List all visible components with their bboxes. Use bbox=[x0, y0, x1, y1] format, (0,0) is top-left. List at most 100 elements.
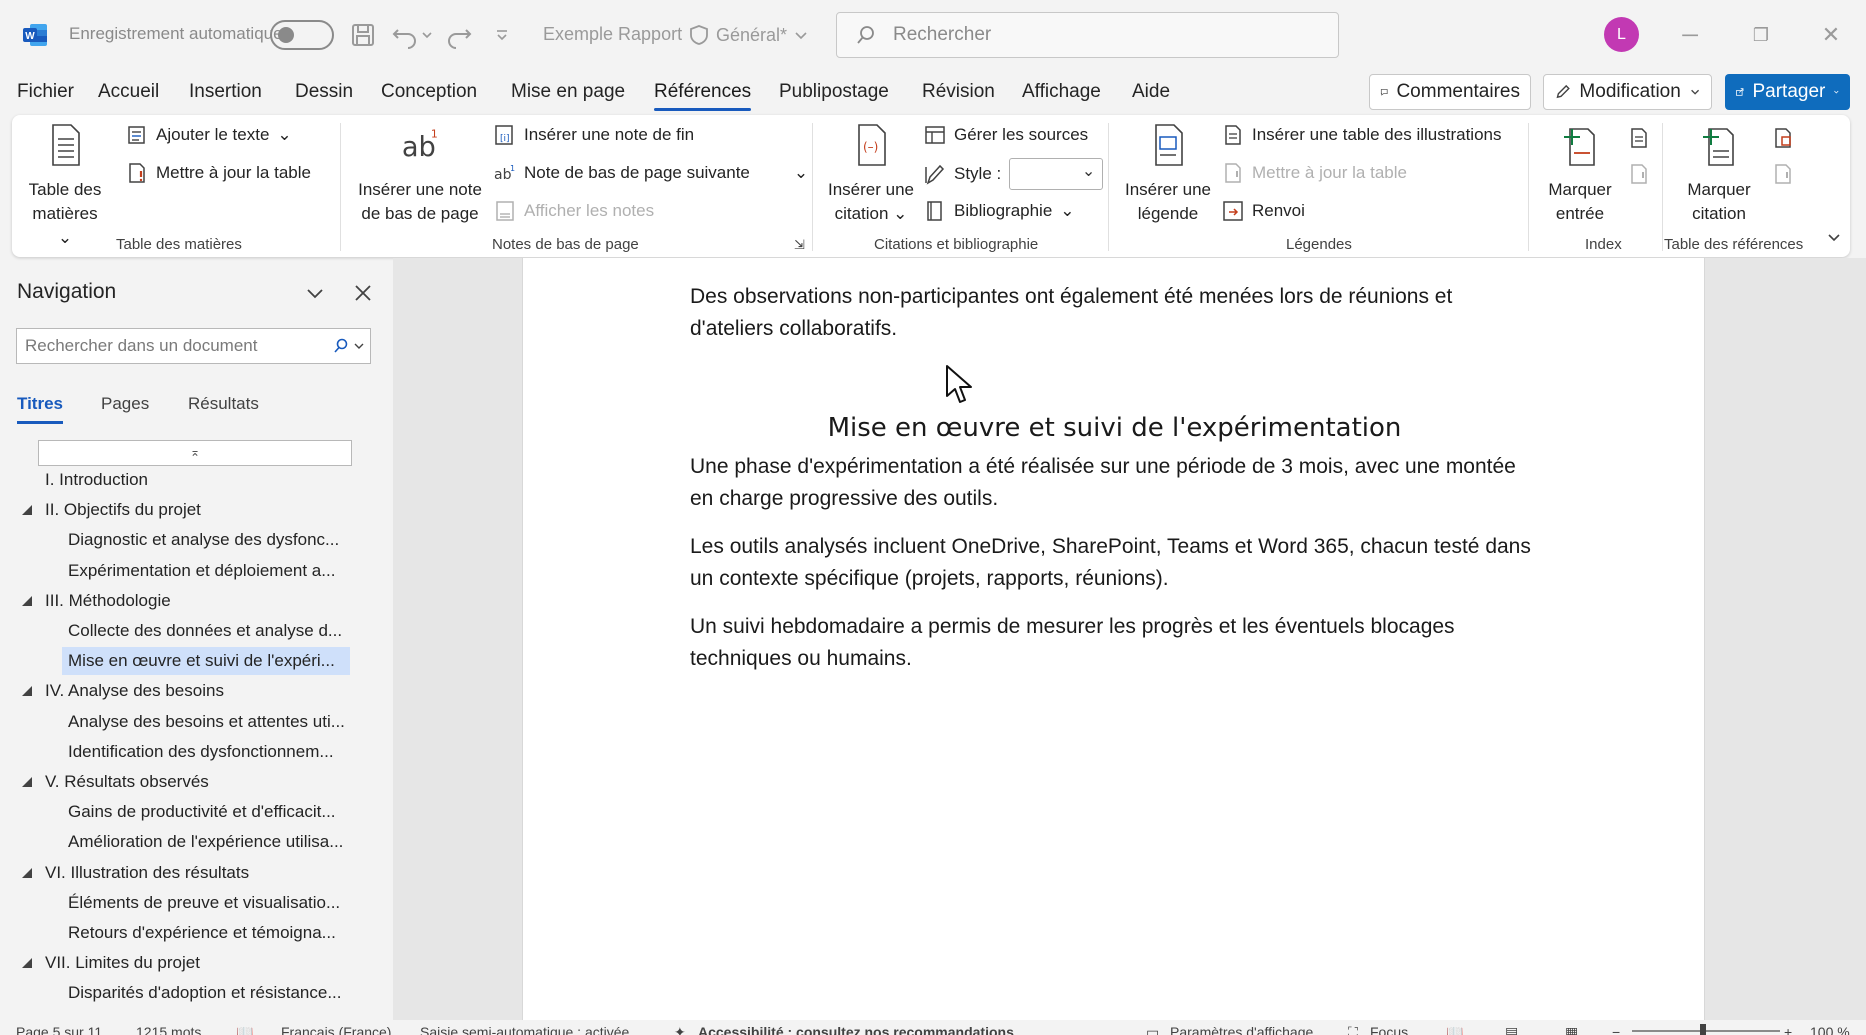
redo-icon[interactable] bbox=[444, 20, 474, 50]
title-search-box[interactable]: Rechercher bbox=[836, 12, 1339, 58]
undo-dropdown-icon[interactable] bbox=[420, 20, 434, 50]
insert-table-of-figures-button[interactable]: Insérer une table des illustrations bbox=[1222, 124, 1501, 146]
insert-endnote-button[interactable]: [i] Insérer une note de fin bbox=[494, 124, 694, 146]
read-mode-icon[interactable]: 📖 bbox=[1446, 1024, 1463, 1035]
accessibility-icon[interactable]: ✦ bbox=[674, 1024, 686, 1035]
chevron-down-icon[interactable] bbox=[304, 282, 326, 304]
nav-heading-item[interactable]: IV. Analyse des besoins bbox=[39, 677, 353, 705]
autosave-toggle[interactable] bbox=[270, 20, 334, 50]
language-status[interactable]: Français (France) bbox=[281, 1024, 391, 1035]
update-toc-button[interactable]: Mettre à jour la table bbox=[126, 162, 311, 184]
nav-heading-item[interactable]: Gains de productivité et d'efficacit... bbox=[62, 798, 350, 826]
nav-heading-item[interactable]: Expérimentation et déploiement a... bbox=[62, 557, 350, 585]
tab-revision[interactable]: Révision bbox=[922, 81, 995, 103]
web-layout-icon[interactable]: ▦ bbox=[1565, 1024, 1578, 1035]
nav-heading-item[interactable]: VII. Limites du projet bbox=[39, 949, 353, 977]
accessibility-status[interactable]: Accessibilité : consultez nos recommanda… bbox=[698, 1024, 1014, 1035]
document-paragraph[interactable]: Des observations non-participantes ont é… bbox=[690, 281, 1540, 345]
nav-heading-item[interactable]: Analyse des besoins et attentes uti... bbox=[62, 708, 350, 736]
insert-caption-button[interactable]: Insérer une légende bbox=[1120, 123, 1216, 226]
zoom-slider[interactable] bbox=[1632, 1030, 1780, 1032]
zoom-level[interactable]: 100 % bbox=[1810, 1024, 1850, 1035]
save-icon[interactable] bbox=[348, 20, 378, 50]
document-paragraph[interactable]: Une phase d'expérimentation a été réalis… bbox=[690, 451, 1540, 515]
undo-icon[interactable] bbox=[390, 20, 420, 50]
nav-heading-item[interactable]: Collecte des données et analyse d... bbox=[62, 617, 350, 645]
document-page[interactable]: Des observations non-participantes ont é… bbox=[522, 258, 1705, 1020]
nav-heading-item[interactable]: V. Résultats observés bbox=[39, 768, 353, 796]
add-text-button[interactable]: Ajouter le texte ⌄ bbox=[126, 124, 292, 146]
nav-heading-item[interactable]: Éléments de preuve et visualisatio... bbox=[62, 889, 350, 917]
tab-dessin[interactable]: Dessin bbox=[295, 81, 353, 103]
word-count[interactable]: 1215 mots bbox=[136, 1024, 201, 1035]
insert-citation-button[interactable]: (–) Insérer une citation ⌄ bbox=[824, 123, 918, 226]
toc-button[interactable]: Table des matières ⌄ bbox=[26, 123, 104, 250]
expand-triangle-icon[interactable] bbox=[21, 685, 33, 697]
chevron-down-icon[interactable]: ⌄ bbox=[794, 163, 808, 183]
zoom-in-icon[interactable]: + bbox=[1784, 1024, 1792, 1035]
print-layout-icon[interactable]: ▤ bbox=[1505, 1024, 1518, 1035]
cross-reference-button[interactable]: Renvoi bbox=[1222, 200, 1305, 222]
display-settings-icon[interactable]: ▭ bbox=[1146, 1024, 1159, 1035]
search-icon[interactable] bbox=[333, 338, 349, 354]
document-name[interactable]: Exemple Rapport bbox=[543, 24, 682, 45]
focus-icon[interactable]: ⛶ bbox=[1348, 1024, 1358, 1035]
tab-references[interactable]: Références bbox=[654, 81, 752, 111]
user-avatar[interactable]: L bbox=[1604, 17, 1639, 52]
editing-mode-button[interactable]: Modification bbox=[1543, 74, 1712, 110]
insert-index-icon[interactable] bbox=[1628, 127, 1650, 149]
customize-toolbar-icon[interactable] bbox=[494, 20, 510, 50]
document-heading[interactable]: Mise en œuvre et suivi de l'expérimentat… bbox=[523, 413, 1706, 443]
nav-heading-item[interactable]: Diagnostic et analyse des dysfonc... bbox=[62, 526, 350, 554]
nav-heading-item[interactable]: Amélioration de l'expérience utilisa... bbox=[62, 828, 350, 856]
tab-mise-en-page[interactable]: Mise en page bbox=[511, 81, 625, 103]
nav-tab-pages[interactable]: Pages bbox=[101, 394, 149, 414]
nav-heading-item[interactable]: Identification des dysfonctionnem... bbox=[62, 738, 350, 766]
expand-triangle-icon[interactable] bbox=[21, 595, 33, 607]
nav-heading-item[interactable]: II. Objectifs du projet bbox=[39, 496, 353, 524]
dialog-launcher-icon[interactable]: ⇲ bbox=[794, 237, 805, 253]
nav-heading-item[interactable]: Mise en œuvre et suivi de l'expéri... bbox=[62, 647, 350, 676]
chevron-down-icon[interactable] bbox=[353, 339, 365, 353]
mark-entry-button[interactable]: Marquer entrée bbox=[1540, 123, 1620, 226]
expand-triangle-icon[interactable] bbox=[21, 867, 33, 879]
nav-tab-resultats[interactable]: Résultats bbox=[188, 394, 259, 414]
update-index-icon[interactable] bbox=[1628, 163, 1650, 185]
page-count[interactable]: Page 5 sur 11 bbox=[16, 1024, 102, 1035]
zoom-out-icon[interactable]: − bbox=[1612, 1024, 1620, 1035]
document-paragraph[interactable]: Un suivi hebdomadaire a permis de mesure… bbox=[690, 611, 1540, 675]
manage-sources-button[interactable]: Gérer les sources bbox=[924, 124, 1088, 146]
display-settings[interactable]: Paramètres d'affichage bbox=[1170, 1024, 1313, 1035]
zoom-slider-thumb[interactable] bbox=[1700, 1024, 1706, 1035]
ribbon-expand-icon[interactable] bbox=[1826, 230, 1842, 246]
close-icon[interactable]: ✕ bbox=[1814, 18, 1848, 52]
update-table-of-figures-button[interactable]: Mettre à jour la table bbox=[1222, 162, 1407, 184]
tab-aide[interactable]: Aide bbox=[1132, 81, 1170, 103]
expand-triangle-icon[interactable] bbox=[21, 504, 33, 516]
focus-mode[interactable]: Focus bbox=[1370, 1024, 1408, 1035]
tab-accueil[interactable]: Accueil bbox=[98, 81, 159, 103]
mark-citation-button[interactable]: Marquer citation bbox=[1676, 123, 1762, 226]
tab-affichage[interactable]: Affichage bbox=[1022, 81, 1101, 103]
share-button[interactable]: Partager bbox=[1725, 74, 1850, 110]
show-notes-button[interactable]: Afficher les notes bbox=[494, 200, 654, 222]
tab-fichier[interactable]: Fichier bbox=[17, 81, 74, 103]
style-dropdown[interactable] bbox=[1009, 158, 1104, 190]
update-table-of-authorities-icon[interactable] bbox=[1772, 163, 1794, 185]
tab-conception[interactable]: Conception bbox=[381, 81, 477, 103]
autocomplete-status[interactable]: Saisie semi-automatique : activée bbox=[420, 1024, 629, 1035]
collapse-all-bar[interactable]: ⌅ bbox=[38, 440, 352, 466]
close-icon[interactable] bbox=[352, 282, 374, 304]
expand-triangle-icon[interactable] bbox=[21, 957, 33, 969]
next-footnote-button[interactable]: ab 1 Note de bas de page suivante ⌄ bbox=[494, 162, 808, 184]
nav-tab-titres[interactable]: Titres bbox=[17, 394, 63, 424]
expand-triangle-icon[interactable] bbox=[21, 776, 33, 788]
insert-footnote-button[interactable]: ab 1 Insérer une note de bas de page bbox=[354, 123, 486, 226]
insert-table-of-authorities-icon[interactable] bbox=[1772, 127, 1794, 149]
bibliography-button[interactable]: Bibliographie ⌄ bbox=[924, 200, 1075, 222]
nav-heading-item[interactable]: VI. Illustration des résultats bbox=[39, 859, 353, 887]
restore-icon[interactable]: ❐ bbox=[1744, 18, 1778, 52]
tab-publipostage[interactable]: Publipostage bbox=[779, 81, 889, 103]
comments-button[interactable]: Commentaires bbox=[1369, 74, 1531, 110]
navigation-search-input[interactable]: Rechercher dans un document bbox=[16, 328, 371, 364]
